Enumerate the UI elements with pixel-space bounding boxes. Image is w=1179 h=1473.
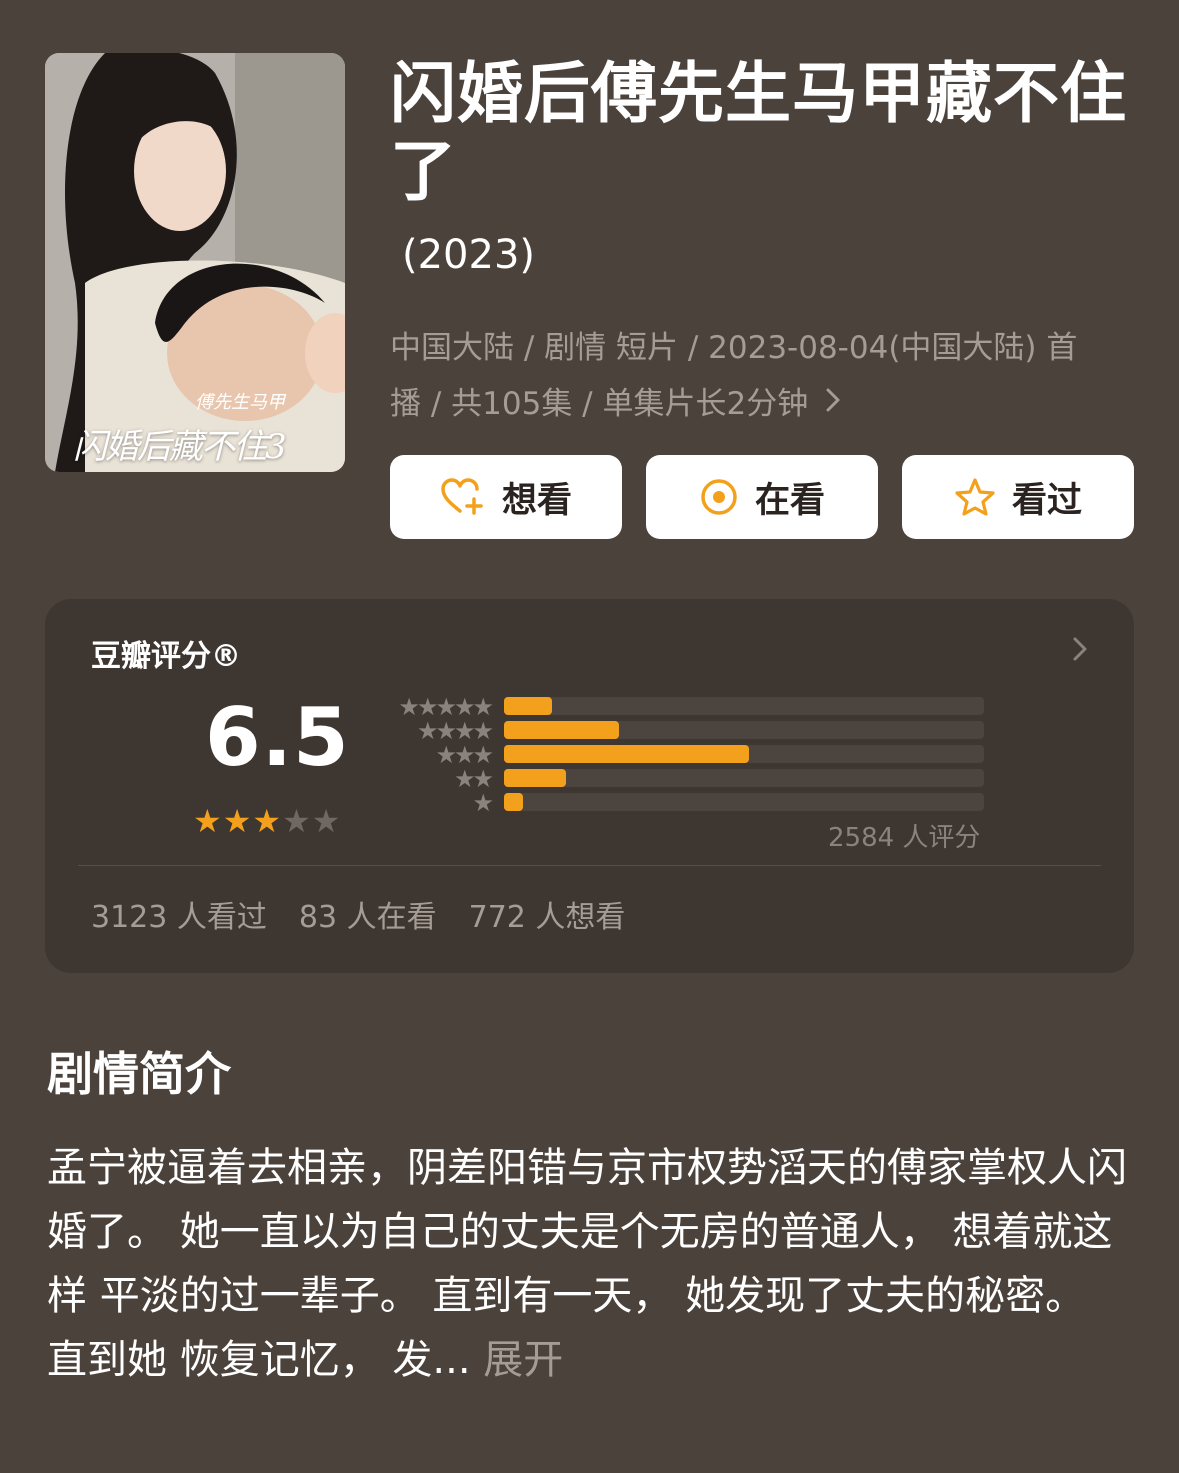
stat-item[interactable]: 772 人想看	[469, 892, 626, 936]
rating-stats: 3123 人看过 83 人在看 772 人想看	[91, 892, 657, 936]
stat-item[interactable]: 3123 人看过	[91, 892, 267, 936]
rating-count: 2584 人评分	[828, 823, 981, 853]
target-icon	[699, 477, 739, 517]
chevron-right-icon	[824, 376, 842, 432]
distribution-bar-fill	[504, 769, 566, 787]
synopsis-body: 孟宁被逼着去相亲，阴差阳错与京市权势滔天的傅家掌权人闪 婚了。 她一直以为自己的…	[47, 1145, 1127, 1383]
meta-info[interactable]: 中国大陆 / 剧情 短片 / 2023-08-04(中国大陆) 首 播 / 共1…	[390, 320, 1135, 432]
poster-caption-main: 闪婚后	[73, 427, 171, 467]
synopsis-text: 孟宁被逼着去相亲，阴差阳错与京市权势滔天的傅家掌权人闪 婚了。 她一直以为自己的…	[47, 1136, 1137, 1392]
watching-button[interactable]: 在看	[646, 455, 878, 539]
star-filled-icon: ★	[222, 802, 252, 840]
distribution-bar-track	[504, 697, 984, 715]
want-button[interactable]: 想看	[390, 455, 622, 539]
star-filled-icon: ★	[193, 802, 222, 840]
rating-stars: ★ ★ ★ ★ ★	[193, 803, 341, 839]
watched-button[interactable]: 看过	[902, 455, 1134, 539]
meta-line-2-text: 播 / 共105集 / 单集片长2分钟	[390, 386, 809, 422]
star-outline-icon	[954, 477, 996, 517]
want-label: 想看	[501, 480, 572, 521]
page-title: 闪婚后傅先生马甲藏不住了	[390, 55, 1127, 210]
rating-card[interactable]: 豆瓣评分® 6.5 ★ ★ ★ ★ ★ ★★★★★ ★★★★ ★★★ ★★ ★ 2584 人评分…	[45, 599, 1134, 973]
poster-caption: 闪婚后藏不住3	[73, 419, 287, 468]
stat-item[interactable]: 83 人在看	[299, 892, 437, 936]
distribution-stars: ★★★	[435, 741, 494, 769]
divider	[78, 865, 1101, 866]
poster-image[interactable]: 傅先生马甲 闪婚后藏不住3	[45, 53, 345, 472]
poster-caption-end: 藏不住3	[169, 427, 287, 467]
distribution-bar-track	[504, 721, 984, 739]
star-empty-icon: ★	[282, 802, 311, 840]
distribution-stars: ★★	[453, 765, 494, 793]
distribution-bar-fill	[504, 793, 523, 811]
distribution-bar-track	[504, 793, 984, 811]
synopsis-heading: 剧情简介	[47, 1047, 231, 1101]
heart-plus-icon	[440, 477, 486, 517]
release-year: (2023)	[402, 232, 536, 278]
star-filled-icon: ★	[252, 802, 282, 840]
meta-line-2: 播 / 共105集 / 单集片长2分钟	[390, 376, 1135, 432]
distribution-stars: ★★★★★	[398, 693, 494, 721]
expand-link[interactable]: 展开	[483, 1337, 563, 1383]
rating-label: 豆瓣评分®	[91, 639, 241, 674]
distribution-bar-track	[504, 769, 984, 787]
chevron-right-icon[interactable]	[1071, 635, 1089, 667]
star-empty-icon: ★	[311, 802, 341, 840]
distribution-stars: ★★★★	[416, 717, 494, 745]
distribution-bar-track	[504, 745, 984, 763]
distribution-bar-fill	[504, 721, 619, 739]
rating-score: 6.5	[205, 691, 350, 784]
watching-label: 在看	[754, 480, 825, 521]
distribution-stars: ★	[472, 789, 494, 817]
poster-caption-side: 傅先生马甲	[195, 392, 285, 413]
watched-label: 看过	[1011, 480, 1082, 521]
meta-line-1: 中国大陆 / 剧情 短片 / 2023-08-04(中国大陆) 首	[390, 330, 1078, 366]
distribution-bar-fill	[504, 745, 749, 763]
distribution-bar-fill	[504, 697, 552, 715]
